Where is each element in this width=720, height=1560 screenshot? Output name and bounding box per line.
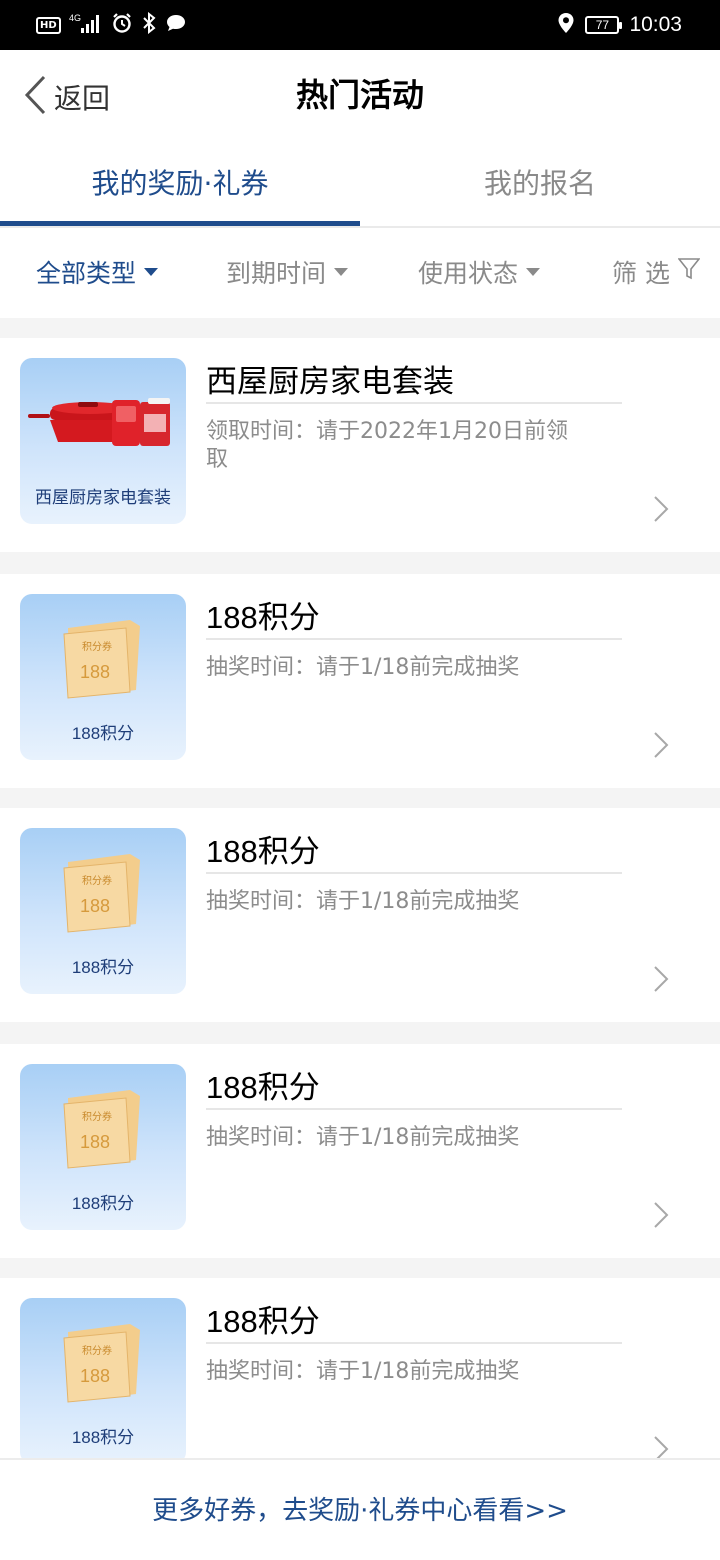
tab-my-rewards[interactable]: 我的奖励·礼券 bbox=[0, 140, 360, 226]
points-ticket-icon: 积分券 188 bbox=[63, 854, 140, 933]
appliance-image bbox=[28, 398, 170, 446]
filter-usage-status[interactable]: 使用状态 bbox=[418, 254, 541, 290]
filter-bar: 全部类型 到期时间 使用状态 筛 选 bbox=[0, 228, 720, 318]
reward-title: 188积分 bbox=[206, 1070, 320, 1105]
reward-description: 抽奖时间：请于1/18前完成抽奖 bbox=[206, 889, 520, 914]
chevron-right-icon bbox=[652, 1200, 670, 1234]
rewards-center-link[interactable]: 更多好券，去奖励·礼券中心看看>> bbox=[0, 1460, 720, 1527]
thumbnail-caption: 188积分 bbox=[71, 1428, 135, 1447]
reward-thumbnail: 积分券 188 188积分 bbox=[20, 828, 186, 994]
battery-icon: 77 bbox=[585, 16, 623, 34]
reward-title: 188积分 bbox=[206, 600, 320, 635]
signal-icon: 4G bbox=[69, 12, 103, 38]
points-ticket-icon: 积分券 188 bbox=[63, 1090, 140, 1169]
reward-thumbnail: 积分券 188 188积分 bbox=[20, 1298, 186, 1464]
reward-description: 抽奖时间：请于1/18前完成抽奖 bbox=[206, 1359, 520, 1384]
alarm-icon bbox=[111, 12, 133, 38]
reward-description: 抽奖时间：请于1/18前完成抽奖 bbox=[206, 1125, 520, 1150]
reward-card[interactable]: 积分券 188 188积分 188积分 抽奖时间：请于1/18前完成抽奖 bbox=[0, 574, 720, 788]
reward-card[interactable]: 积分券 188 188积分 188积分 抽奖时间：请于1/18前完成抽奖 bbox=[0, 808, 720, 1022]
reward-title: 188积分 bbox=[206, 834, 320, 869]
funnel-icon bbox=[677, 257, 701, 287]
reward-thumbnail: 积分券 188 188积分 bbox=[20, 1064, 186, 1230]
thumbnail-caption: 188积分 bbox=[71, 1194, 135, 1213]
svg-text:积分券: 积分券 bbox=[82, 640, 112, 653]
reward-description: 领取时间：请于2022年1月20日前领取 bbox=[206, 419, 568, 472]
divider bbox=[206, 1342, 622, 1344]
reward-card[interactable]: 积分券 188 188积分 188积分 抽奖时间：请于1/18前完成抽奖 bbox=[0, 1044, 720, 1258]
reward-title: 西屋厨房家电套装 bbox=[206, 364, 454, 399]
filter-label: 筛 选 bbox=[612, 259, 670, 288]
reward-thumbnail: 积分券 188 188积分 bbox=[20, 594, 186, 760]
filter-label: 到期时间 bbox=[226, 259, 327, 288]
status-left: HD 4G bbox=[36, 11, 187, 38]
caret-down-icon bbox=[144, 268, 159, 276]
thumbnail-caption: 188积分 bbox=[71, 958, 135, 977]
status-bar: HD 4G 77 10:03 bbox=[0, 0, 720, 50]
svg-text:188: 188 bbox=[80, 896, 110, 916]
message-icon bbox=[165, 12, 187, 38]
filter-expiry-time[interactable]: 到期时间 bbox=[226, 254, 349, 290]
filter-screen[interactable]: 筛 选 bbox=[612, 254, 701, 290]
svg-text:积分券: 积分券 bbox=[82, 1110, 112, 1123]
clock: 10:03 bbox=[629, 13, 682, 36]
svg-text:积分券: 积分券 bbox=[82, 1344, 112, 1357]
points-ticket-icon: 积分券 188 bbox=[63, 620, 140, 699]
tab-bar: 我的奖励·礼券 我的报名 bbox=[0, 140, 720, 226]
filter-label: 全部类型 bbox=[36, 259, 137, 288]
reward-title: 188积分 bbox=[206, 1304, 320, 1339]
divider bbox=[206, 872, 622, 874]
footer-bar: 更多好券，去奖励·礼券中心看看>> bbox=[0, 1458, 720, 1560]
reward-description: 抽奖时间：请于1/18前完成抽奖 bbox=[206, 655, 520, 680]
reward-thumbnail: 西屋厨房家电套装 bbox=[20, 358, 186, 524]
caret-down-icon bbox=[334, 268, 349, 276]
divider bbox=[206, 1108, 622, 1110]
svg-text:188: 188 bbox=[80, 662, 110, 682]
chevron-right-icon bbox=[652, 494, 670, 528]
svg-text:188: 188 bbox=[80, 1132, 110, 1152]
points-ticket-icon: 积分券 188 bbox=[63, 1324, 140, 1403]
tab-my-registrations[interactable]: 我的报名 bbox=[360, 140, 720, 226]
chevron-right-icon bbox=[652, 964, 670, 998]
location-icon bbox=[557, 12, 575, 38]
divider bbox=[206, 638, 622, 640]
caret-down-icon bbox=[526, 268, 541, 276]
svg-text:188: 188 bbox=[80, 1366, 110, 1386]
nav-header: 返回 热门活动 bbox=[0, 50, 720, 140]
chevron-right-icon bbox=[652, 730, 670, 764]
divider bbox=[206, 402, 622, 404]
thumbnail-caption: 188积分 bbox=[71, 724, 135, 743]
hd-badge: HD bbox=[36, 16, 61, 34]
page-title: 热门活动 bbox=[295, 76, 424, 114]
filter-label: 使用状态 bbox=[418, 259, 519, 288]
filter-all-types[interactable]: 全部类型 bbox=[36, 254, 159, 290]
status-right: 77 10:03 bbox=[557, 12, 682, 38]
bluetooth-icon bbox=[141, 11, 157, 38]
reward-card[interactable]: 西屋厨房家电套装 西屋厨房家电套装 领取时间：请于2022年1月20日前领取 bbox=[0, 338, 720, 552]
svg-text:4G: 4G bbox=[69, 13, 81, 23]
thumbnail-caption: 西屋厨房家电套装 bbox=[35, 488, 171, 507]
svg-text:积分券: 积分券 bbox=[82, 874, 112, 887]
